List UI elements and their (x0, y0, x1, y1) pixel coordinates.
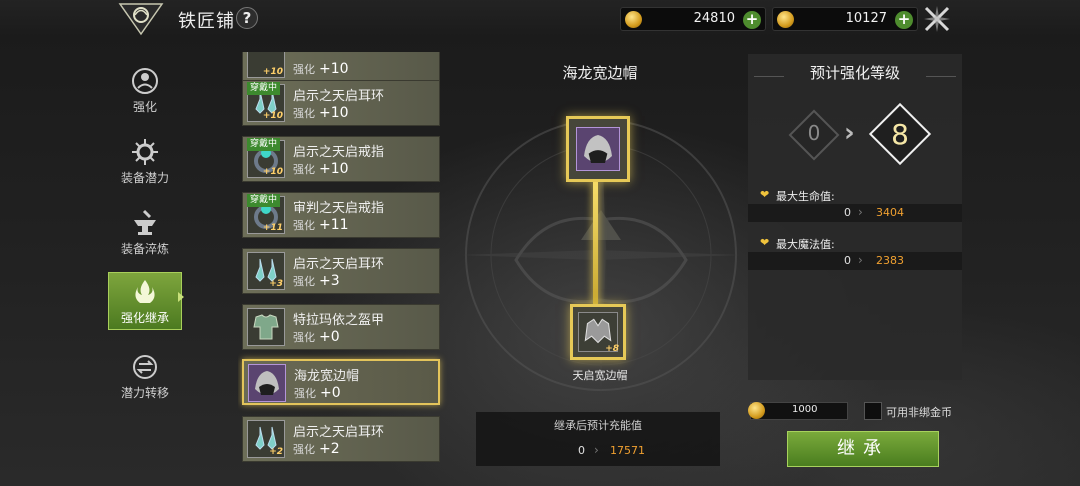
gold-coin-icon (625, 11, 642, 28)
close-icon[interactable] (922, 4, 952, 34)
help-button[interactable]: ? (236, 7, 258, 29)
gear-icon (132, 139, 158, 165)
stat-label: 最大魔法值: (776, 238, 835, 251)
item-enhance: 强化 +10 (293, 161, 349, 177)
source-item-name: 天启宽边帽 (572, 369, 628, 382)
list-item[interactable]: +10 强化 +10 (242, 52, 440, 82)
flame-icon (135, 280, 155, 303)
chevron-right-icon: › (858, 253, 863, 267)
page-title: 铁匠铺 (178, 11, 235, 32)
item-enhance: 强化 +3 (293, 273, 340, 289)
charge-from: 0 (578, 444, 585, 457)
stat-row: 0 › 3404 (748, 204, 962, 222)
item-name: 启示之天启耳环 (293, 89, 385, 104)
coin-icon (777, 11, 794, 28)
amulet-icon: +10 (247, 52, 285, 78)
divider (754, 76, 784, 77)
hat-icon (576, 127, 620, 171)
item-enhance: 强化 +0 (294, 385, 341, 401)
list-item[interactable]: +2 启示之天启耳环 强化 +2 (242, 416, 440, 462)
add-gold-button[interactable]: + (743, 11, 761, 29)
chevron-right-icon: › (594, 443, 599, 457)
unbound-gold-label: 可用非绑金币 (886, 406, 952, 419)
target-item-slot[interactable] (566, 116, 630, 182)
nav-label: 装备潜力 (120, 171, 169, 185)
stat-to: 2383 (876, 254, 904, 267)
nav-label: 潜力转移 (120, 386, 169, 400)
list-item[interactable]: +10 穿戴中 启示之天启戒指 强化 +10 (242, 136, 440, 182)
nav-potential[interactable]: 装备潜力 (108, 133, 182, 191)
cost-value: 1000 (792, 404, 818, 415)
earring-icon: +3 (247, 252, 285, 290)
item-enhance: 强化 +2 (293, 441, 340, 457)
stat-to: 3404 (876, 206, 904, 219)
equipped-badge: 穿戴中 (247, 138, 281, 151)
list-item-selected[interactable]: 海龙宽边帽 强化 +0 (242, 359, 440, 405)
stat-from: 0 (844, 206, 851, 219)
charge-label: 继承后预计充能值 (554, 419, 642, 432)
hat-icon (248, 364, 286, 402)
anvil-icon (134, 209, 156, 235)
panel-title: 预计强化等级 (809, 64, 900, 82)
item-name: 审判之天启戒指 (293, 201, 385, 216)
nav-transfer[interactable]: 潜力转移 (108, 348, 182, 406)
divider (926, 76, 956, 77)
item-enhance: 强化 +0 (293, 329, 340, 345)
inherit-link-beam (593, 182, 598, 306)
nav-enhance[interactable]: 强化 (108, 62, 182, 120)
charge-panel: 继承后预计充能值 0 › 17571 (476, 412, 720, 466)
list-item[interactable]: +3 启示之天启耳环 强化 +3 (242, 248, 440, 294)
diamond-amount: 10127 (845, 11, 887, 26)
source-item-slot[interactable]: +8 (570, 304, 626, 360)
active-nav-indicator (178, 292, 184, 302)
nav-inherit[interactable]: 强化继承 (108, 272, 182, 330)
equipped-badge: 穿戴中 (247, 82, 281, 95)
item-name: 启示之天启耳环 (293, 425, 385, 440)
stat-label: 最大生命值: (776, 190, 835, 203)
hammer-shield-icon (132, 68, 158, 94)
charge-to: 17571 (610, 444, 645, 457)
equipment-list[interactable]: +10 强化 +10 +10 穿戴中 启示之天启耳环 强化 +10 +10 穿戴中 … (238, 52, 450, 468)
list-item[interactable]: +11 穿戴中 审判之天启戒指 强化 +11 (242, 192, 440, 238)
armor-icon (247, 308, 285, 346)
chevron-right-icon: › (844, 118, 855, 148)
target-item-title: 海龙宽边帽 (562, 64, 638, 82)
nav-label: 强化 (132, 100, 157, 114)
transfer-icon (133, 355, 157, 379)
equipped-badge: 穿戴中 (247, 194, 281, 207)
level-preview-panel: 预计强化等级 0 › 8 ❤ 最大生命值: 0 › 3404 ❤ 最大魔法值: … (748, 54, 962, 380)
level-to: 8 (891, 118, 909, 151)
unbound-gold-checkbox[interactable] (864, 402, 882, 420)
gold-currency: 24810 + (620, 7, 766, 31)
nav-label: 强化继承 (120, 311, 169, 325)
heart-icon: ❤ (760, 236, 770, 249)
diamond-currency: 10127 + (772, 7, 918, 31)
heart-icon: ❤ (760, 188, 770, 201)
stat-from: 0 (844, 254, 851, 267)
source-level: +8 (605, 344, 619, 354)
nav-refine[interactable]: 装备淬炼 (108, 204, 182, 262)
gold-amount: 24810 (693, 11, 735, 26)
list-item[interactable]: 特拉玛依之盔甲 强化 +0 (242, 304, 440, 350)
item-name: 海龙宽边帽 (294, 369, 360, 384)
inherit-button[interactable]: 继承 (787, 431, 939, 467)
chevron-right-icon: › (858, 205, 863, 219)
list-item[interactable]: +10 穿戴中 启示之天启耳环 强化 +10 (242, 80, 440, 126)
item-name: 启示之天启戒指 (293, 145, 385, 160)
stat-row: 0 › 2383 (748, 252, 962, 270)
item-enhance: 强化 +10 (293, 105, 349, 121)
add-diamond-button[interactable]: + (895, 11, 913, 29)
item-name: 启示之天启耳环 (293, 257, 385, 272)
dragon-emblem-icon (118, 3, 164, 36)
gold-coin-icon (748, 402, 765, 419)
earring-icon: +2 (247, 420, 285, 458)
nav-label: 装备淬炼 (120, 242, 169, 256)
item-enhance: 强化 +11 (293, 217, 349, 233)
level-from: 0 (807, 121, 821, 145)
item-name: 特拉玛依之盔甲 (293, 313, 385, 328)
